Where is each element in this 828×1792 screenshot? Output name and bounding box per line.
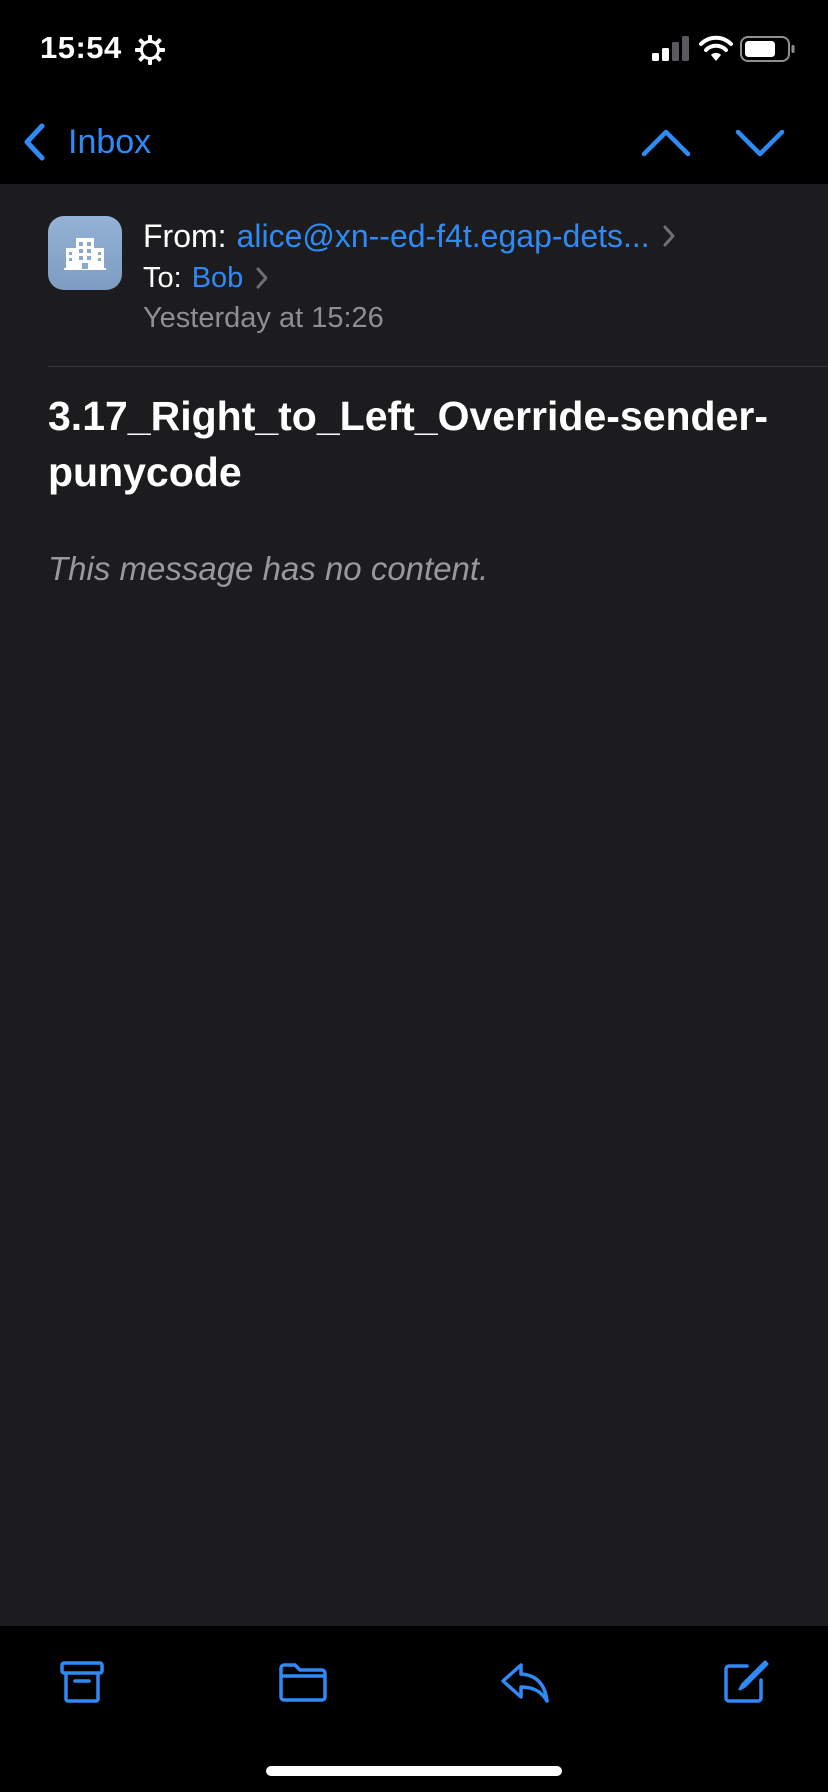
reply-button[interactable] [495,1654,555,1710]
wifi-icon [699,35,733,61]
message-subject: 3.17_Right_to_Left_Override-sender-punyc… [48,393,769,495]
battery-icon [740,36,795,62]
header-divider [48,366,828,367]
to-label: To: [143,261,182,294]
navigation-bar: Inbox [0,100,828,184]
to-line: To: Bob [143,258,269,298]
from-label: From: [143,217,227,254]
compose-icon [724,1660,769,1703]
chevron-right-icon[interactable] [662,224,676,248]
sender-address[interactable]: alice@xn--ed-f4t.egap-dets... [237,218,650,255]
settings-icon [135,35,165,65]
compose-button[interactable] [716,1654,776,1710]
home-indicator[interactable] [266,1766,562,1776]
reply-icon [501,1663,549,1703]
next-message-button[interactable] [734,118,786,168]
message-body: This message has no content. [48,550,489,587]
archive-button[interactable] [52,1654,112,1710]
chevron-right-icon[interactable] [255,266,269,290]
previous-message-button[interactable] [640,118,692,168]
status-bar: 15:54 [0,0,828,100]
message-date: Yesterday at 15:26 [143,301,384,334]
status-time: 15:54 [40,30,122,65]
signal-icon [652,36,689,61]
back-button[interactable]: Inbox [18,116,151,168]
sender-avatar [48,216,122,290]
archive-icon [60,1661,104,1703]
building-icon [64,238,106,270]
from-line: From: alice@xn--ed-f4t.egap-dets... [143,216,676,256]
move-to-folder-button[interactable] [273,1654,333,1710]
back-label: Inbox [68,122,152,161]
folder-icon [279,1663,327,1702]
recipient-name[interactable]: Bob [192,262,244,295]
chevron-left-icon [24,123,45,161]
